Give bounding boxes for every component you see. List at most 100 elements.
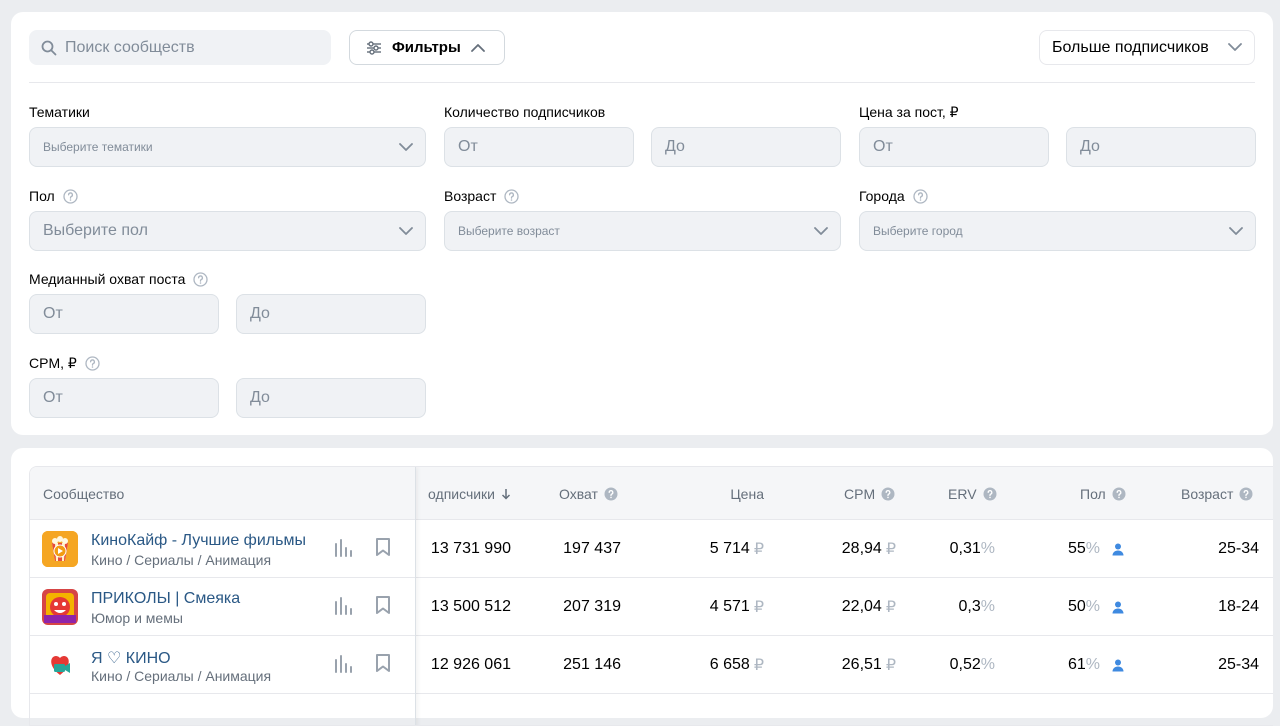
bar-chart-icon[interactable] [334,539,354,562]
cpm-cell: 28,94 ₽ [841,540,896,558]
subscribers-to-input[interactable]: До [651,127,841,167]
help-icon[interactable] [983,487,997,501]
cpm-label: CPM, ₽ [29,354,100,372]
bar-chart-icon[interactable] [334,655,354,678]
age-cell: 18-24 [1218,598,1259,615]
reach-cell: 251 146 [563,656,621,673]
cities-placeholder: Выберите город [873,224,963,238]
community-cell[interactable]: КиноКайф - Лучшие фильмы Кино / Сериалы … [30,520,415,578]
cpm-to-input[interactable]: До [236,378,426,418]
price-to-input[interactable]: До [1066,127,1256,167]
help-icon[interactable] [1239,487,1253,501]
sort-label: Больше подписчиков [1052,38,1209,56]
cpm-cell: 26,51 ₽ [841,656,896,674]
sort-arrow-down-icon [501,488,511,500]
age-select[interactable]: Выберите возраст [444,211,841,251]
avatar[interactable] [42,647,78,683]
filters-button-label: Фильтры [392,39,461,56]
community-cell[interactable]: ПРИКОЛЫ | Смеяка Юмор и мемы [30,578,415,636]
column-price[interactable]: Цена [680,467,764,520]
price-from-input[interactable]: От [859,127,1049,167]
age-cell: 25-34 [1218,540,1259,557]
chevron-down-icon [1229,226,1243,235]
reach-to-input[interactable]: До [236,294,426,334]
topics-placeholder: Выберите тематики [43,140,153,154]
subscribers-label: Количество подписчиков [444,104,606,120]
help-icon[interactable] [1112,487,1126,501]
help-icon[interactable] [604,487,618,501]
search-input[interactable] [65,38,305,57]
community-cell[interactable]: Я ♡ КИНО Кино / Сериалы / Анимация [30,636,415,694]
help-icon[interactable] [881,487,895,501]
community-category: Юмор и мемы [91,610,183,626]
topics-select[interactable]: Выберите тематики [29,127,426,167]
community-category: Кино / Сериалы / Анимация [91,668,272,684]
erv-cell: 0,52% [949,656,995,673]
help-icon[interactable] [913,188,928,204]
search-box[interactable] [29,30,331,65]
topics-label: Тематики [29,104,90,120]
subscribers-cell: 13 731 990 [430,540,511,557]
price-cell: 5 714 ₽ [709,540,764,558]
reach-cell: 197 437 [563,540,621,557]
column-erv[interactable]: ERV [948,467,997,520]
column-cpm[interactable]: CPM [844,467,895,520]
price-cell: 6 658 ₽ [709,656,764,674]
help-icon[interactable] [63,188,78,204]
chevron-down-icon [399,142,413,151]
avatar[interactable] [42,589,78,625]
gender-cell: 55% [1067,540,1100,557]
column-community-header: Сообщество [30,467,415,520]
person-icon [1112,636,1124,694]
column-gender[interactable]: Пол [1080,467,1126,520]
filters-panel: Фильтры Больше подписчиков Тематики Выбе… [11,12,1273,435]
column-subscribers[interactable]: одписчики [416,467,511,520]
subscribers-from-input[interactable]: От [444,127,634,167]
reach-from-input[interactable]: От [29,294,219,334]
column-reach[interactable]: Охват [559,467,618,520]
person-icon [1112,578,1124,636]
column-community[interactable]: Сообщество [43,467,124,520]
community-category: Кино / Сериалы / Анимация [91,552,272,568]
community-name-link[interactable]: Я ♡ КИНО [91,648,171,668]
help-icon[interactable] [85,355,100,371]
community-name-link[interactable]: КиноКайф - Лучшие фильмы [91,532,306,550]
community-column: Сообщество КиноКайф - Лучшие фильмы Кино… [30,467,416,725]
erv-cell: 0,3% [958,598,995,615]
results-panel: одписчики Охват Цена CPM ERV Пол Возраст… [11,448,1273,726]
reach-label: Медианный охват поста [29,270,209,288]
gender-select[interactable]: Выберите пол [29,211,426,251]
price-label: Цена за пост, ₽ [859,103,959,120]
cities-label: Города [859,187,928,205]
age-cell: 25-34 [1218,656,1259,673]
communities-table: одписчики Охват Цена CPM ERV Пол Возраст… [29,466,1273,726]
gender-cell: 50% [1067,598,1100,615]
chevron-down-icon [399,226,413,235]
community-name-link[interactable]: ПРИКОЛЫ | Смеяка [91,590,240,608]
bookmark-icon[interactable] [374,653,392,678]
sort-select[interactable]: Больше подписчиков [1039,30,1255,65]
gender-label: Пол [29,187,78,205]
price-cell: 4 571 ₽ [709,598,764,616]
search-icon [41,40,57,55]
gender-cell: 61% [1067,656,1100,673]
age-label: Возраст [444,187,520,205]
column-age[interactable]: Возраст [1181,467,1253,520]
avatar[interactable] [42,531,78,567]
help-icon[interactable] [193,271,209,287]
cpm-from-input[interactable]: От [29,378,219,418]
subscribers-cell: 12 926 061 [430,656,511,673]
help-icon[interactable] [504,188,520,204]
subscribers-cell: 13 500 512 [430,598,511,615]
age-placeholder: Выберите возраст [458,224,560,238]
filters-divider [29,82,1255,83]
bookmark-icon[interactable] [374,595,392,620]
erv-cell: 0,31% [949,540,995,557]
cities-select[interactable]: Выберите город [859,211,1256,251]
chevron-up-icon [470,44,485,52]
bookmark-icon[interactable] [374,537,392,562]
filters-toggle-button[interactable]: Фильтры [349,30,505,65]
bar-chart-icon[interactable] [334,597,354,620]
person-icon [1112,520,1124,578]
reach-cell: 207 319 [563,598,621,615]
